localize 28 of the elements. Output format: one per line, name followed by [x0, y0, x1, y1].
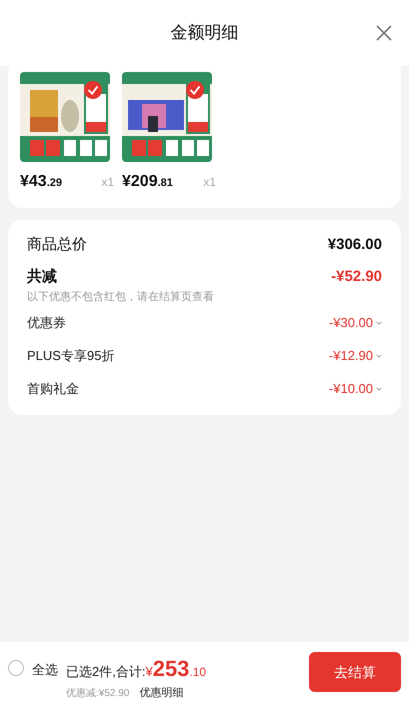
discount-item-value[interactable]: -¥10.00 [328, 379, 382, 399]
total-price: ¥253.10 [145, 655, 206, 683]
close-icon [375, 24, 393, 42]
total-label: 商品总价 [27, 234, 87, 255]
saved-amount: 优惠减:¥52.90 [66, 686, 130, 701]
discount-note: 以下优惠不包含红包，请在结算页查看 [27, 290, 215, 305]
selected-summary: 已选2件,合计: [66, 663, 146, 681]
discount-label: 共减 [27, 266, 57, 287]
discount-item-label: 优惠券 [27, 314, 66, 332]
select-all-checkbox[interactable] [8, 660, 24, 676]
select-all-label: 全选 [32, 661, 58, 679]
discount-item-value[interactable]: -¥12.90 [328, 346, 382, 366]
discount-item-label: 首购礼金 [27, 380, 79, 398]
product-quantity: x1 [203, 174, 216, 191]
panel-title: 金额明细 [170, 22, 238, 44]
product-price: ¥43.29 [20, 172, 62, 192]
discount-item-value[interactable]: -¥30.00 [328, 313, 382, 333]
discount-value: -¥52.90 [331, 266, 382, 287]
product-quantity: x1 [101, 174, 114, 191]
chevron-down-icon [376, 354, 382, 358]
close-button[interactable] [375, 24, 393, 42]
total-value: ¥306.00 [328, 234, 382, 255]
chevron-down-icon [376, 321, 382, 325]
discount-detail-link[interactable]: 优惠明细 [139, 685, 184, 702]
discount-item-label: PLUS专享95折 [27, 347, 114, 366]
checkout-button[interactable]: 去结算 [309, 652, 401, 692]
chevron-down-icon [376, 387, 382, 391]
product-price: ¥209.81 [122, 172, 173, 192]
